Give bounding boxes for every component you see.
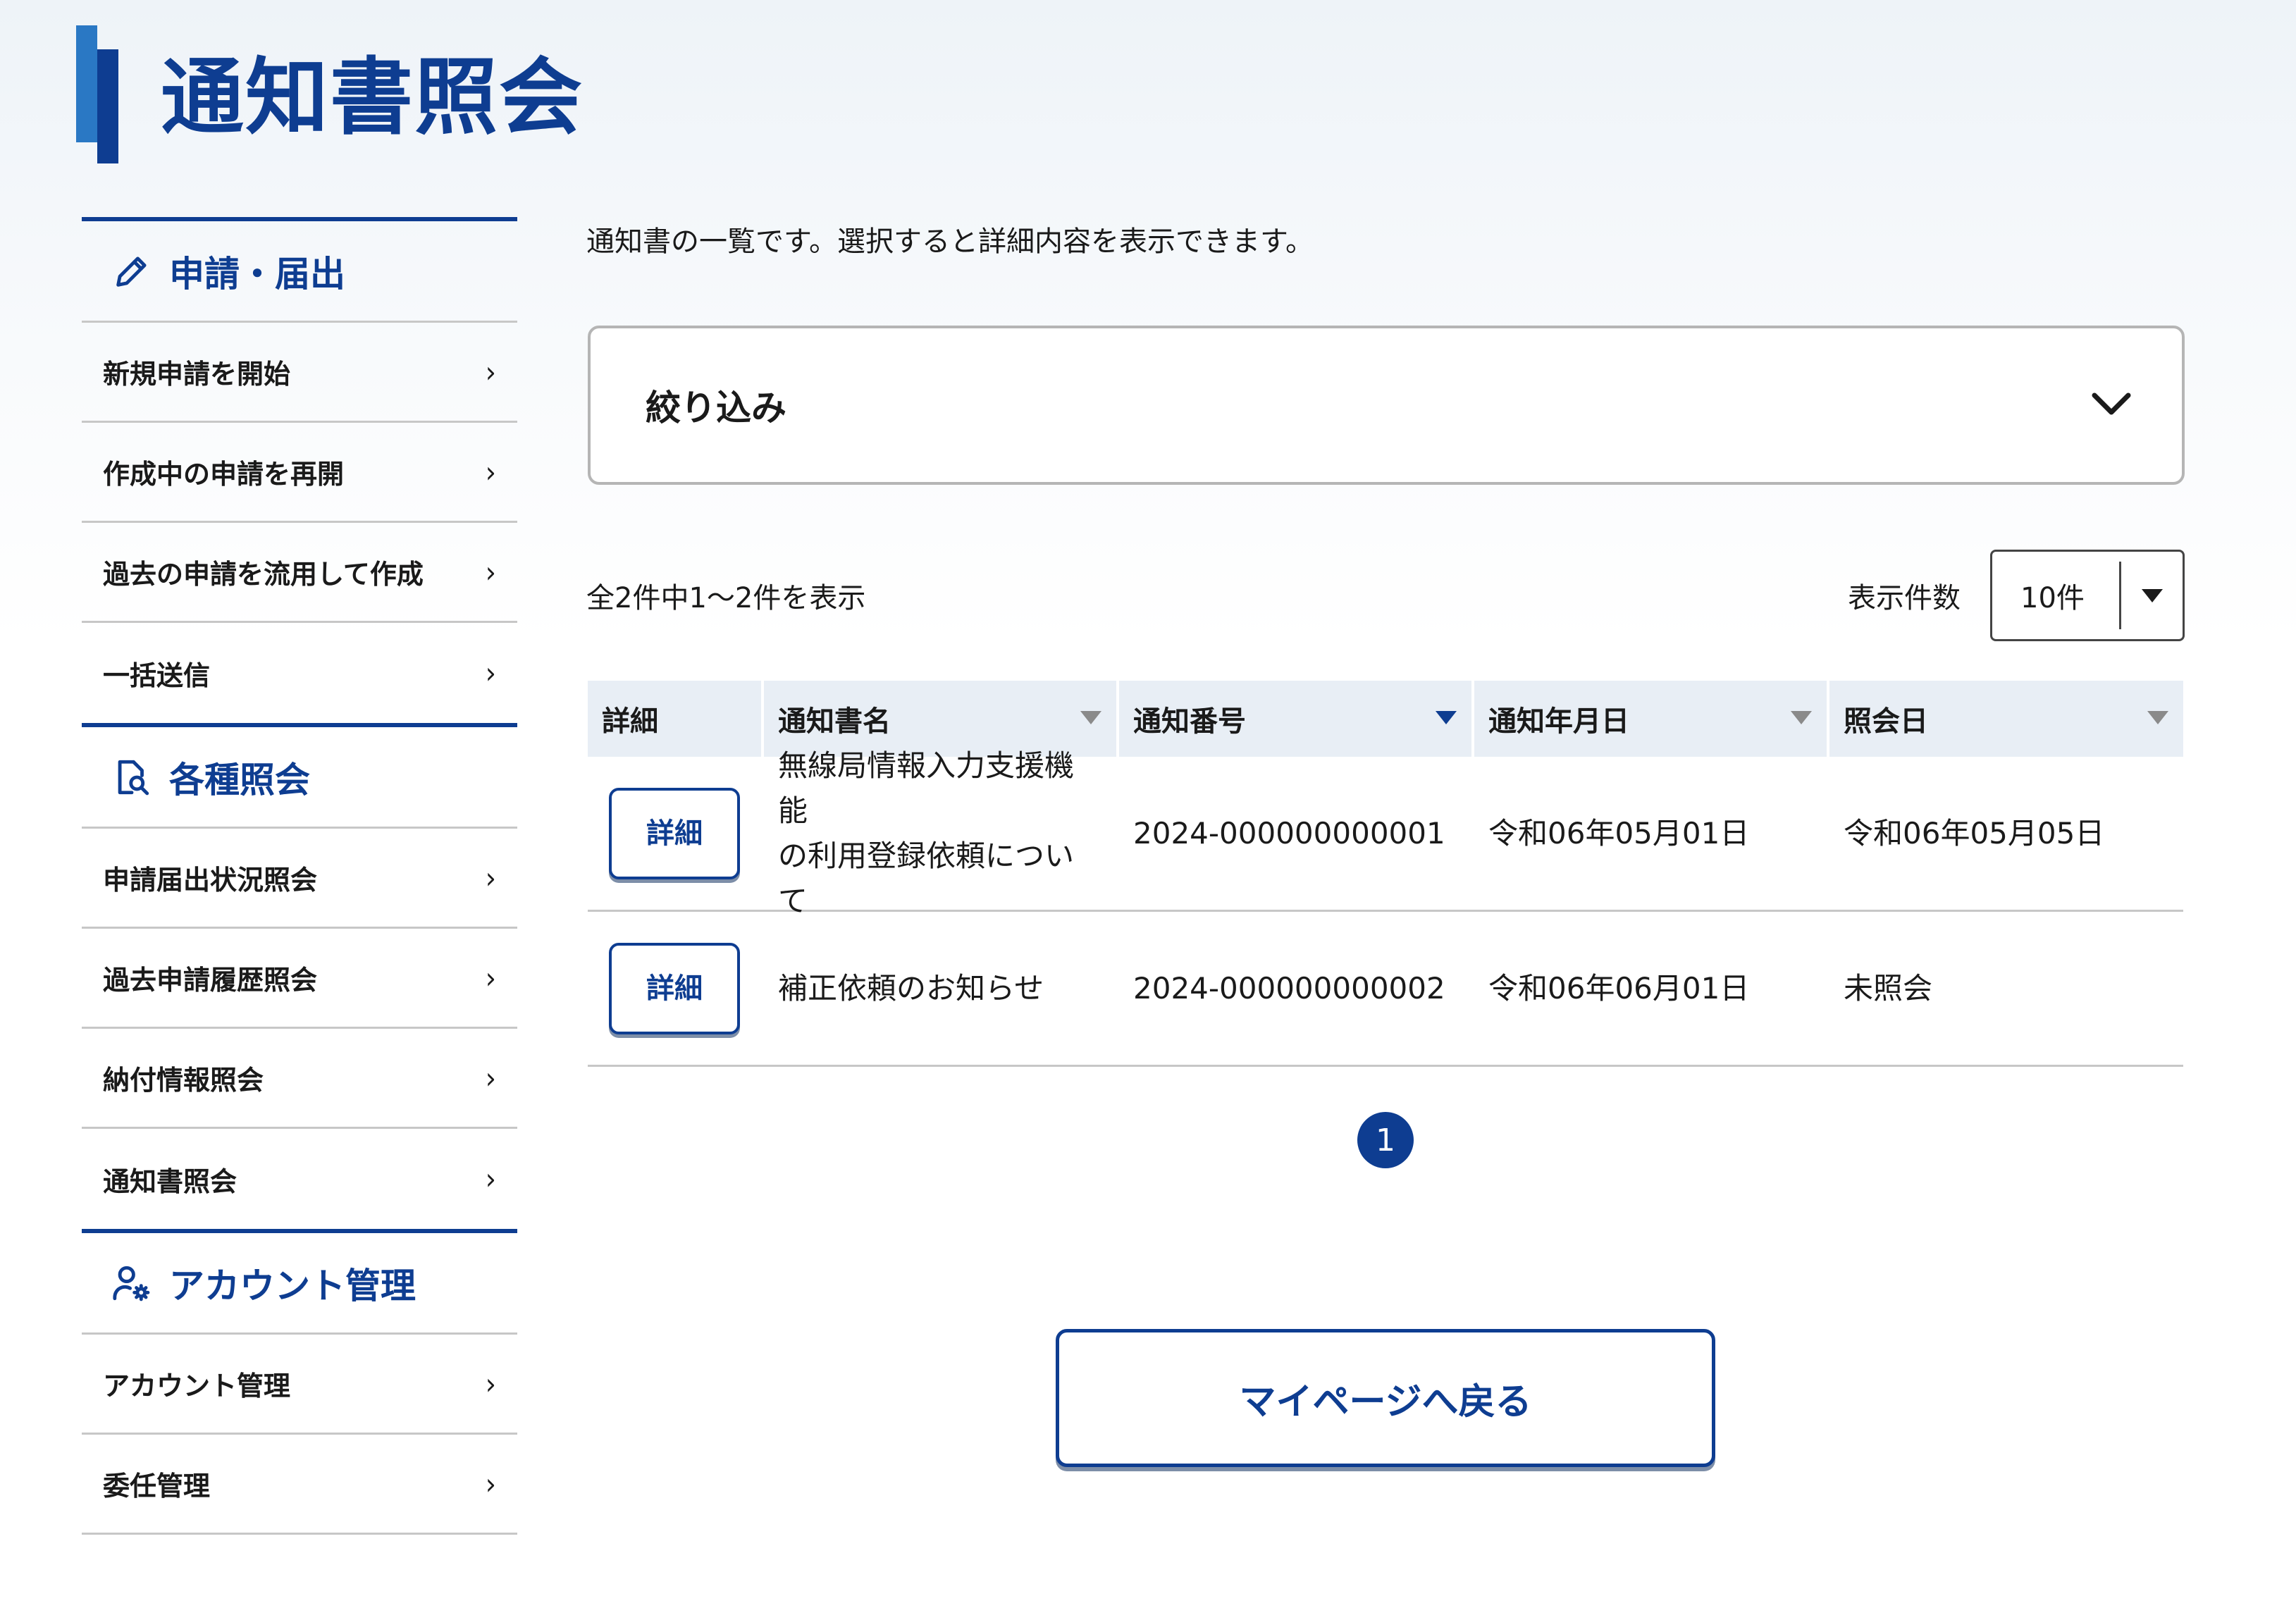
sidebar-item-delegation-management[interactable]: 委任管理 ›: [82, 1435, 517, 1535]
sidebar-item-label: 申請届出状況照会: [103, 865, 318, 896]
sidebar-heading-application: 申請・届出: [82, 217, 517, 323]
sidebar-item-payment-info[interactable]: 納付情報照会 ›: [82, 1029, 517, 1129]
detail-button[interactable]: 詳細: [609, 942, 740, 1034]
sidebar-item-label: 作成中の申請を再開: [103, 459, 345, 490]
column-header-label: 詳細: [602, 705, 658, 738]
chevron-right-icon: ›: [485, 1366, 496, 1401]
caret-down-icon: [2121, 587, 2183, 604]
chevron-right-icon: ›: [485, 354, 496, 389]
table-cell-view-date: 令和06年05月05日: [1844, 815, 2105, 851]
column-header-label: 照会日: [1844, 705, 1928, 738]
chevron-right-icon: ›: [485, 1466, 496, 1501]
table-cell: 詳細: [588, 942, 761, 1034]
title-accent-bar: [97, 49, 118, 163]
sidebar-item-reuse-past[interactable]: 過去の申請を流用して作成 ›: [82, 523, 517, 623]
sidebar-item-label: 一括送信: [103, 660, 211, 691]
table-cell-notice-date: 令和06年05月01日: [1488, 815, 1750, 851]
sort-icon: [1080, 710, 1102, 728]
table-cell-name: 補正依頼のお知らせ: [764, 966, 1116, 1011]
detail-button[interactable]: 詳細: [609, 787, 740, 879]
filter-label: 絞り込み: [646, 388, 786, 428]
column-header-notice-date[interactable]: 通知年月日: [1474, 681, 1827, 757]
sidebar-heading-label: アカウント管理: [169, 1265, 416, 1306]
per-page-value: 10件: [2020, 582, 2085, 614]
column-header-label: 通知番号: [1133, 705, 1246, 738]
table-cell-notice-date: 令和06年06月01日: [1488, 970, 1750, 1006]
sort-icon: [2147, 710, 2169, 728]
chevron-right-icon: ›: [485, 454, 496, 489]
page-description: 通知書の一覧です。選択すると詳細内容を表示できます。: [586, 225, 1314, 258]
column-header-number[interactable]: 通知番号: [1119, 681, 1471, 757]
notice-name-line: の利用登録依頼について: [778, 838, 1075, 918]
sidebar-item-application-status[interactable]: 申請届出状況照会 ›: [82, 829, 517, 929]
table-cell-number: 2024-000000000001: [1133, 815, 1445, 851]
page-title: 通知書照会: [161, 49, 584, 146]
sidebar-item-new-application[interactable]: 新規申請を開始 ›: [82, 323, 517, 423]
notice-name-line: 無線局情報入力支援機能: [778, 748, 1075, 828]
sidebar-item-application-history[interactable]: 過去申請履歴照会 ›: [82, 929, 517, 1029]
notice-table: 詳細 通知書名 通知番号 通知年月日 照会日 詳細 無線局情報入力支援機能 の利…: [588, 681, 2183, 1067]
sidebar-heading-label: 申請・届出: [169, 253, 345, 295]
sidebar-heading-account: アカウント管理: [82, 1229, 517, 1335]
sidebar-item-notice-inquiry[interactable]: 通知書照会 ›: [82, 1129, 517, 1229]
notice-name-line: 補正依頼のお知らせ: [778, 970, 1044, 1006]
chevron-down-icon: [2090, 390, 2133, 421]
table-cell-name: 無線局情報入力支援機能 の利用登録依頼について: [764, 743, 1116, 924]
sidebar-item-label: 納付情報照会: [103, 1065, 264, 1096]
title-accent-bar: [76, 25, 97, 142]
sidebar-item-label: 過去申請履歴照会: [103, 965, 318, 996]
sidebar-heading-label: 各種照会: [169, 759, 310, 800]
sidebar-item-resume-draft[interactable]: 作成中の申請を再開 ›: [82, 423, 517, 523]
pagination-page-current[interactable]: 1: [1357, 1112, 1414, 1168]
table-cell-view-date: 未照会: [1844, 970, 1933, 1006]
chevron-right-icon: ›: [485, 555, 496, 589]
user-gear-icon: [110, 1261, 154, 1305]
column-header-view-date[interactable]: 照会日: [1829, 681, 2183, 757]
chevron-right-icon: ›: [485, 655, 496, 691]
sidebar-item-account-management[interactable]: アカウント管理 ›: [82, 1335, 517, 1435]
sidebar-item-label: アカウント管理: [103, 1371, 291, 1402]
sidebar-item-bulk-send[interactable]: 一括送信 ›: [82, 623, 517, 723]
back-to-mypage-button[interactable]: マイページへ戻る: [1056, 1329, 1715, 1467]
per-page-select[interactable]: 10件: [1990, 550, 2185, 641]
chevron-right-icon: ›: [485, 860, 496, 895]
table-cell: 詳細: [588, 787, 761, 879]
sidebar-heading-inquiry: 各種照会: [82, 723, 517, 829]
sidebar-item-label: 委任管理: [103, 1471, 211, 1502]
document-search-icon: [110, 755, 154, 799]
result-count: 全2件中1〜2件を表示: [586, 582, 866, 614]
chevron-right-icon: ›: [485, 960, 496, 995]
sidebar-nav: 申請・届出 新規申請を開始 › 作成中の申請を再開 › 過去の申請を流用して作成…: [82, 217, 517, 1535]
table-cell-number: 2024-000000000002: [1133, 970, 1445, 1006]
sort-icon: [1790, 710, 1813, 728]
chevron-right-icon: ›: [485, 1161, 496, 1196]
table-row: 詳細 無線局情報入力支援機能 の利用登録依頼について 2024-00000000…: [588, 748, 2183, 918]
per-page-label: 表示件数: [1848, 582, 1961, 614]
table-row: 詳細 補正依頼のお知らせ 2024-000000000002 令和06年06月0…: [588, 912, 2183, 1067]
sidebar-item-label: 通知書照会: [103, 1165, 237, 1197]
filter-accordion[interactable]: 絞り込み: [588, 326, 2185, 485]
column-header-label: 通知年月日: [1488, 705, 1629, 738]
pencil-icon: [110, 249, 154, 293]
chevron-right-icon: ›: [485, 1060, 496, 1095]
column-header-detail: 詳細: [588, 681, 761, 757]
column-header-label: 通知書名: [778, 705, 891, 738]
sidebar-item-label: 新規申請を開始: [103, 359, 291, 390]
sort-icon: [1435, 710, 1457, 728]
sidebar-item-label: 過去の申請を流用して作成: [103, 559, 424, 590]
